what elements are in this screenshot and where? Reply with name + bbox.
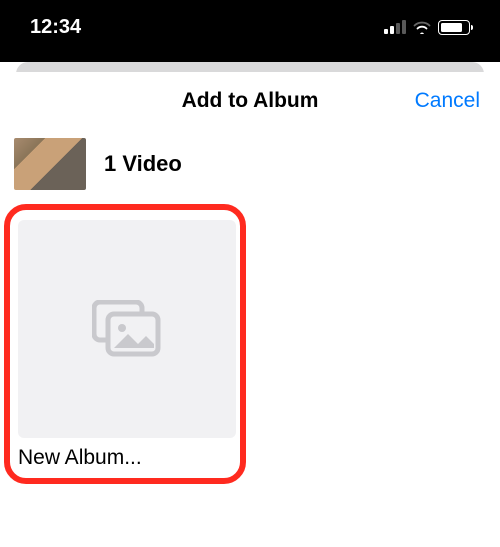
selection-summary: 1 Video	[0, 130, 500, 204]
selected-video-thumbnail	[14, 138, 86, 190]
selection-count-label: 1 Video	[104, 151, 182, 177]
new-album-tile[interactable]: New Album...	[18, 220, 232, 470]
cancel-button[interactable]: Cancel	[415, 89, 480, 113]
new-album-label: New Album...	[18, 446, 232, 470]
cellular-icon	[384, 20, 406, 34]
albums-grid: New Album...	[0, 204, 500, 484]
album-placeholder	[18, 220, 236, 438]
status-time: 12:34	[30, 16, 81, 39]
highlight-annotation: New Album...	[4, 204, 246, 484]
add-to-album-sheet: Add to Album Cancel 1 Video	[0, 72, 500, 547]
sheet-title: Add to Album	[182, 89, 319, 113]
status-icons	[384, 20, 470, 35]
wifi-icon	[412, 20, 432, 34]
sheet-header: Add to Album Cancel	[0, 72, 500, 130]
status-bar: 12:34	[0, 0, 500, 62]
pictures-icon	[92, 300, 162, 358]
battery-icon	[438, 20, 470, 35]
